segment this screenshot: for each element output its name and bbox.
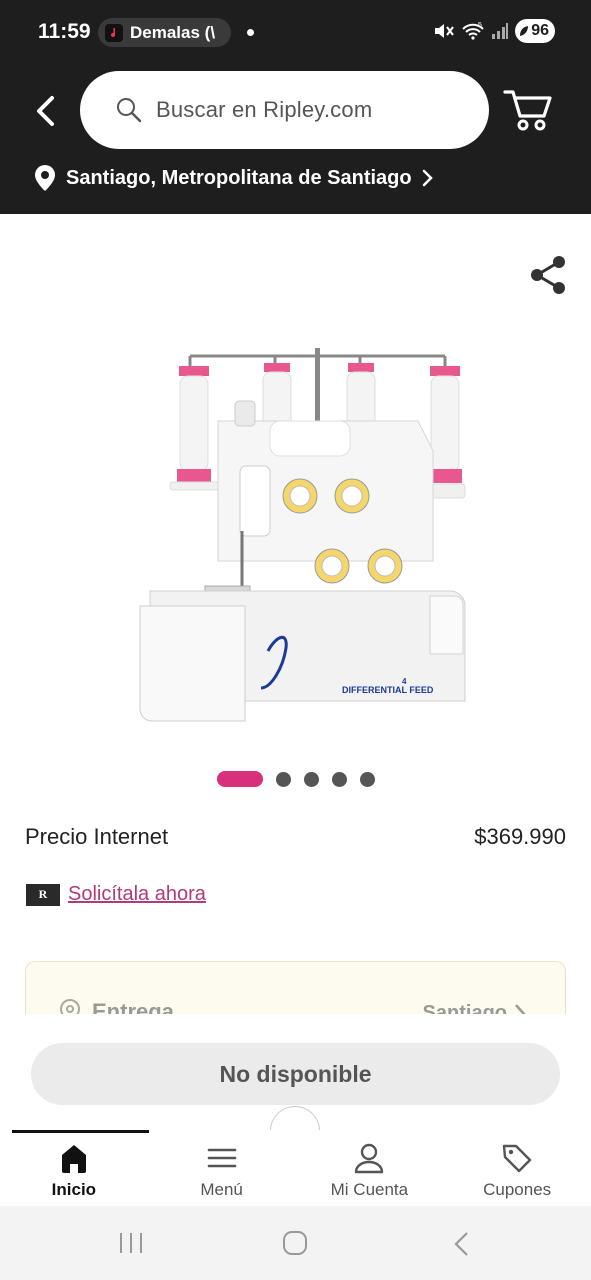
location-text: Santiago, Metropolitana de Santiago <box>66 166 412 189</box>
signal-icon <box>492 23 509 39</box>
svg-text:4: 4 <box>402 677 407 686</box>
search-input[interactable]: Buscar en Ripley.com <box>80 71 489 149</box>
mute-icon <box>435 24 455 38</box>
sewing-machine-image: DIFFERENTIAL FEED 4 <box>139 348 466 722</box>
share-icon <box>531 256 565 294</box>
user-icon <box>355 1143 384 1174</box>
share-button[interactable] <box>528 254 568 296</box>
chevron-right-icon <box>422 169 433 187</box>
gallery-pagination <box>217 771 375 787</box>
ripley-card-logo: R <box>26 883 60 906</box>
back-button[interactable] <box>30 93 60 129</box>
gallery-dot[interactable] <box>332 771 347 787</box>
notification-dot <box>247 29 254 36</box>
search-icon <box>117 98 142 123</box>
scroll-handle[interactable] <box>270 1106 320 1132</box>
credit-card-offer: R Solicítala ahora <box>26 883 206 906</box>
search-placeholder: Buscar en Ripley.com <box>156 97 373 122</box>
battery-level: 96 <box>531 22 549 39</box>
gallery-dot-active[interactable] <box>217 771 263 787</box>
bottom-navigation: Inicio Menú Mi Cuenta Cupones <box>0 1130 591 1206</box>
location-pin-icon <box>35 165 55 191</box>
gallery-dot[interactable] <box>304 771 319 787</box>
location-selector[interactable]: Santiago, Metropolitana de Santiago <box>34 164 434 192</box>
price-label: Precio Internet <box>25 824 169 849</box>
nav-menu[interactable]: Menú <box>148 1130 296 1206</box>
battery-indicator: 96 <box>515 19 555 43</box>
cart-button[interactable] <box>503 88 553 134</box>
menu-icon <box>207 1148 236 1168</box>
gallery-dot[interactable] <box>276 771 291 787</box>
music-app-icon <box>105 23 123 42</box>
nav-active-indicator <box>12 1130 149 1133</box>
nav-coupons[interactable]: Cupones <box>443 1130 591 1206</box>
not-available-button[interactable]: No disponible <box>31 1043 560 1105</box>
notification-pill-text: Demalas (\ <box>130 22 216 42</box>
nav-home[interactable]: Inicio <box>0 1130 149 1206</box>
back-nav-icon[interactable] <box>452 1231 470 1257</box>
svg-text:DIFFERENTIAL FEED: DIFFERENTIAL FEED <box>342 685 434 695</box>
top-bar: 11:59 Demalas (\ 5 96 Buscar en Ripley.c… <box>0 0 591 214</box>
status-icons: 5 96 <box>433 19 555 43</box>
nav-account[interactable]: Mi Cuenta <box>296 1130 444 1206</box>
request-card-link[interactable]: Solicítala ahora <box>68 883 206 906</box>
chevron-left-icon <box>37 96 54 126</box>
nav-coupons-label: Cupones <box>483 1180 552 1199</box>
recent-apps-icon[interactable] <box>118 1231 144 1255</box>
network-label: 5 <box>478 22 482 29</box>
tag-icon <box>502 1144 532 1173</box>
notification-pill[interactable]: Demalas (\ <box>98 18 231 47</box>
nav-menu-label: Menú <box>200 1180 243 1199</box>
system-navigation-bar <box>0 1206 591 1280</box>
price-value: $369.990 <box>474 824 566 849</box>
home-button-icon[interactable] <box>282 1230 308 1256</box>
cart-icon <box>503 90 552 131</box>
gallery-dot[interactable] <box>360 771 375 787</box>
status-time: 11:59 <box>38 20 91 43</box>
nav-account-label: Mi Cuenta <box>330 1180 409 1199</box>
nav-home-label: Inicio <box>51 1180 97 1199</box>
leaf-icon <box>520 26 529 36</box>
wifi-icon: 5 <box>462 22 484 40</box>
home-icon <box>61 1145 86 1173</box>
product-image[interactable]: DIFFERENTIAL FEED 4 <box>130 336 475 736</box>
status-bar: 11:59 Demalas (\ 5 96 <box>0 0 591 66</box>
